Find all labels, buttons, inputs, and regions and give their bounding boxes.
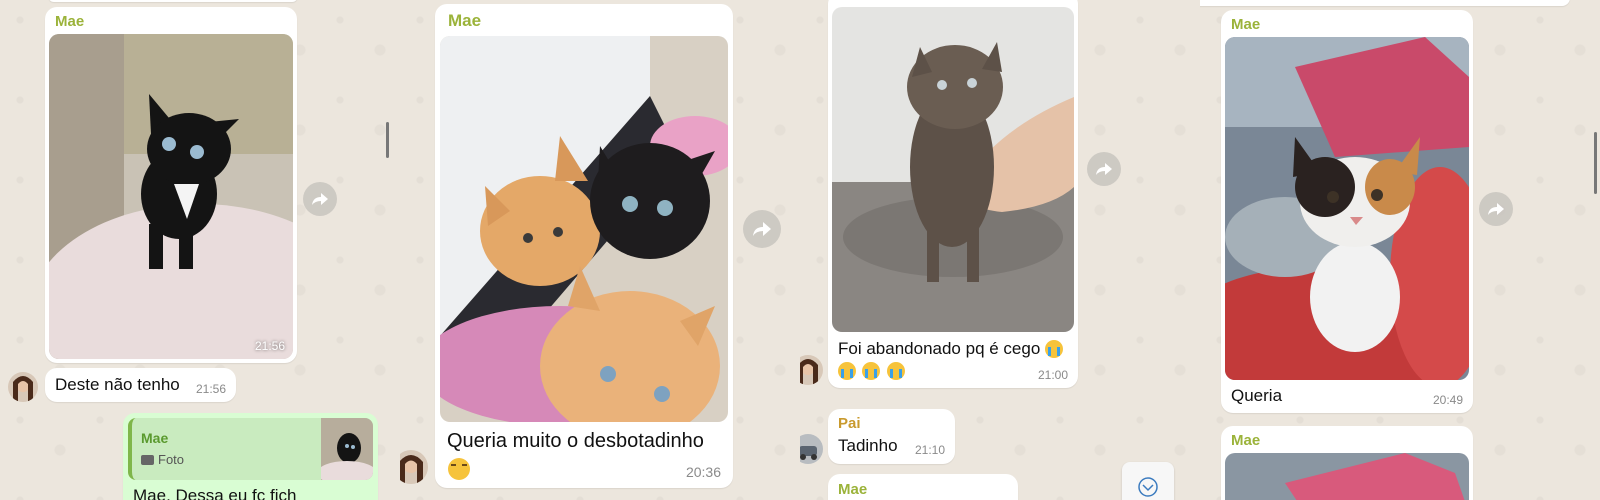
message-sender: Mae bbox=[838, 481, 868, 498]
kitten-image-partial bbox=[1225, 453, 1469, 500]
photo-message-bubble[interactable]: Foi abandonado pq é cego 21:00 bbox=[828, 0, 1078, 388]
avatar[interactable] bbox=[800, 355, 823, 385]
text-message-bubble[interactable]: Deste não tenho 21:56 bbox=[45, 368, 236, 402]
crying-face-emoji bbox=[862, 362, 881, 380]
scroll-to-bottom-button[interactable] bbox=[1122, 462, 1174, 500]
forward-button[interactable] bbox=[1479, 192, 1513, 226]
scroll-down-chevron-icon bbox=[1138, 477, 1158, 497]
message-sender: Pai bbox=[838, 415, 861, 432]
reply-message-bubble[interactable]: Mae Foto Mae, Dessa eu fç fich bbox=[123, 413, 378, 500]
avatar-image bbox=[800, 355, 823, 385]
avatar-image bbox=[800, 434, 823, 464]
forward-button[interactable] bbox=[1087, 152, 1121, 186]
message-text: Tadinho bbox=[838, 436, 898, 455]
chat-panel-2: Mae Queria muito o desbotadinho 20:36 bbox=[400, 0, 800, 500]
message-bubble-top-partial bbox=[48, 0, 298, 2]
photo-message-bubble[interactable]: Mae 21:56 bbox=[45, 7, 297, 363]
message-text-partial: Mae, Dessa eu fç fich bbox=[133, 486, 297, 500]
crying-face-emoji bbox=[886, 362, 905, 380]
camera-icon bbox=[141, 455, 154, 465]
chat-panel-3: Foi abandonado pq é cego 21:00 Pai Tadin… bbox=[800, 0, 1200, 500]
message-caption: Foi abandonado pq é cego bbox=[838, 339, 1041, 358]
photo-message-bubble[interactable]: Mae Queria 20:49 bbox=[1221, 10, 1473, 413]
avatar[interactable] bbox=[400, 450, 428, 484]
quoted-thumbnail bbox=[321, 418, 373, 480]
chat-panel-4: Mae Queria 20:49 Mae bbox=[1200, 0, 1600, 500]
message-time: 21:00 bbox=[1037, 368, 1068, 382]
message-sender: Mae bbox=[1231, 432, 1261, 449]
photo-message-bubble-partial[interactable]: Mae bbox=[1221, 426, 1473, 500]
message-text: Deste não tenho bbox=[55, 375, 180, 394]
kitten-photo[interactable] bbox=[1225, 37, 1469, 380]
message-sender: Mae bbox=[55, 13, 85, 30]
crying-face-emoji bbox=[838, 362, 856, 380]
scrollbar-thumb[interactable] bbox=[1594, 132, 1597, 194]
photo-message-bubble[interactable]: Mae Queria muito o desbotadinho 20:36 bbox=[435, 4, 733, 488]
kitten-photo-partial[interactable] bbox=[1225, 453, 1469, 500]
quoted-message[interactable]: Mae Foto bbox=[128, 418, 373, 480]
message-sender: Mae bbox=[448, 11, 482, 30]
black-kitten-image bbox=[49, 34, 293, 359]
crying-emoji-row bbox=[838, 362, 907, 382]
kittens-photo[interactable] bbox=[440, 36, 728, 422]
message-time: 21:56 bbox=[254, 339, 285, 353]
avatar[interactable] bbox=[800, 434, 823, 464]
persevering-face-emoji bbox=[448, 458, 470, 480]
forward-icon bbox=[1096, 163, 1112, 175]
message-sender: Mae bbox=[1231, 16, 1261, 33]
message-bubble-partial[interactable]: Mae bbox=[828, 474, 1018, 500]
forward-icon bbox=[753, 222, 771, 236]
tabby-kitten-image bbox=[832, 7, 1074, 332]
kitten-photo[interactable]: 21:56 bbox=[49, 34, 293, 359]
text-message-bubble[interactable]: Pai Tadinho 21:10 bbox=[828, 409, 955, 464]
three-kittens-image bbox=[440, 36, 728, 422]
forward-button[interactable] bbox=[303, 182, 337, 216]
forward-button[interactable] bbox=[743, 210, 781, 248]
avatar[interactable] bbox=[8, 372, 38, 402]
forward-icon bbox=[312, 193, 328, 205]
avatar-image bbox=[400, 450, 428, 484]
calico-kitten-image bbox=[1225, 37, 1469, 380]
message-caption: Queria bbox=[1231, 386, 1283, 405]
chat-panel-1: Mae 21:56 Deste não tenho 21:56 Mae Foto… bbox=[0, 0, 400, 500]
message-bubble-top-partial bbox=[1200, 0, 1570, 6]
avatar-image bbox=[8, 372, 38, 402]
message-time: 20:36 bbox=[685, 464, 721, 480]
message-time: 20:49 bbox=[1432, 393, 1463, 407]
message-time: 21:10 bbox=[914, 443, 945, 457]
crying-face-emoji bbox=[1045, 340, 1063, 358]
quoted-type: Foto bbox=[158, 452, 185, 467]
quoted-sender: Mae bbox=[141, 430, 169, 446]
message-caption: Queria muito o desbotadinho bbox=[447, 430, 704, 452]
message-time: 21:56 bbox=[195, 382, 226, 396]
scrollbar-thumb[interactable] bbox=[386, 122, 389, 158]
forward-icon bbox=[1488, 203, 1504, 215]
kitten-photo[interactable] bbox=[832, 7, 1074, 332]
